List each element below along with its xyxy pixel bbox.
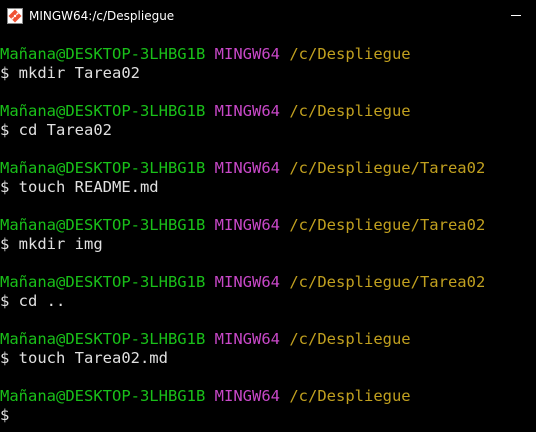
prompt-shell: MINGW64	[214, 387, 280, 405]
command-line: $ touch README.md	[0, 178, 159, 196]
minimize-icon	[511, 15, 521, 16]
prompt-line: Mañana@DESKTOP-3LHBG1B MINGW64 /c/Despli…	[0, 102, 536, 121]
command-line: $ cd ..	[0, 292, 66, 310]
prompt-path: /c/Despliegue	[289, 387, 411, 405]
command-line: $ mkdir img	[0, 235, 103, 253]
prompt-line: Mañana@DESKTOP-3LHBG1B MINGW64 /c/Despli…	[0, 387, 536, 406]
prompt-path: /c/Despliegue/Tarea02	[289, 273, 486, 291]
current-prompt[interactable]: $	[0, 406, 536, 425]
prompt-path: /c/Despliegue/Tarea02	[289, 216, 486, 234]
prompt-path: /c/Despliegue	[289, 102, 411, 120]
prompt-shell: MINGW64	[214, 159, 280, 177]
git-bash-icon	[7, 7, 23, 24]
prompt-path: /c/Despliegue	[289, 45, 411, 63]
terminal-output[interactable]: Mañana@DESKTOP-3LHBG1B MINGW64 /c/Despli…	[0, 45, 536, 432]
prompt-line: Mañana@DESKTOP-3LHBG1B MINGW64 /c/Despli…	[0, 216, 536, 235]
command-line: $ touch Tarea02.md	[0, 349, 168, 367]
window-title: MINGW64:/c/Despliegue	[29, 8, 175, 23]
prompt-shell: MINGW64	[214, 330, 280, 348]
prompt-user: Mañana@DESKTOP-3LHBG1B	[0, 159, 206, 177]
prompt-line: Mañana@DESKTOP-3LHBG1B MINGW64 /c/Despli…	[0, 159, 536, 178]
prompt-user: Mañana@DESKTOP-3LHBG1B	[0, 387, 206, 405]
prompt-user: Mañana@DESKTOP-3LHBG1B	[0, 216, 206, 234]
prompt-line: Mañana@DESKTOP-3LHBG1B MINGW64 /c/Despli…	[0, 273, 536, 292]
prompt-shell: MINGW64	[214, 273, 280, 291]
minimize-button[interactable]	[496, 0, 536, 31]
prompt-shell: MINGW64	[214, 102, 280, 120]
prompt-shell: MINGW64	[214, 216, 280, 234]
title-bar[interactable]: MINGW64:/c/Despliegue	[0, 0, 536, 31]
prompt-path: /c/Despliegue/Tarea02	[289, 159, 486, 177]
terminal-window: MINGW64:/c/Despliegue Mañana@DESKTOP-3LH…	[0, 0, 536, 432]
prompt-line: Mañana@DESKTOP-3LHBG1B MINGW64 /c/Despli…	[0, 330, 536, 349]
command-line: $ cd Tarea02	[0, 121, 112, 139]
prompt-line: Mañana@DESKTOP-3LHBG1B MINGW64 /c/Despli…	[0, 45, 536, 64]
prompt-user: Mañana@DESKTOP-3LHBG1B	[0, 330, 206, 348]
prompt-user: Mañana@DESKTOP-3LHBG1B	[0, 45, 206, 63]
command-line: $ mkdir Tarea02	[0, 64, 140, 82]
prompt-user: Mañana@DESKTOP-3LHBG1B	[0, 273, 206, 291]
prompt-user: Mañana@DESKTOP-3LHBG1B	[0, 102, 206, 120]
prompt-shell: MINGW64	[214, 45, 280, 63]
prompt-path: /c/Despliegue	[289, 330, 411, 348]
